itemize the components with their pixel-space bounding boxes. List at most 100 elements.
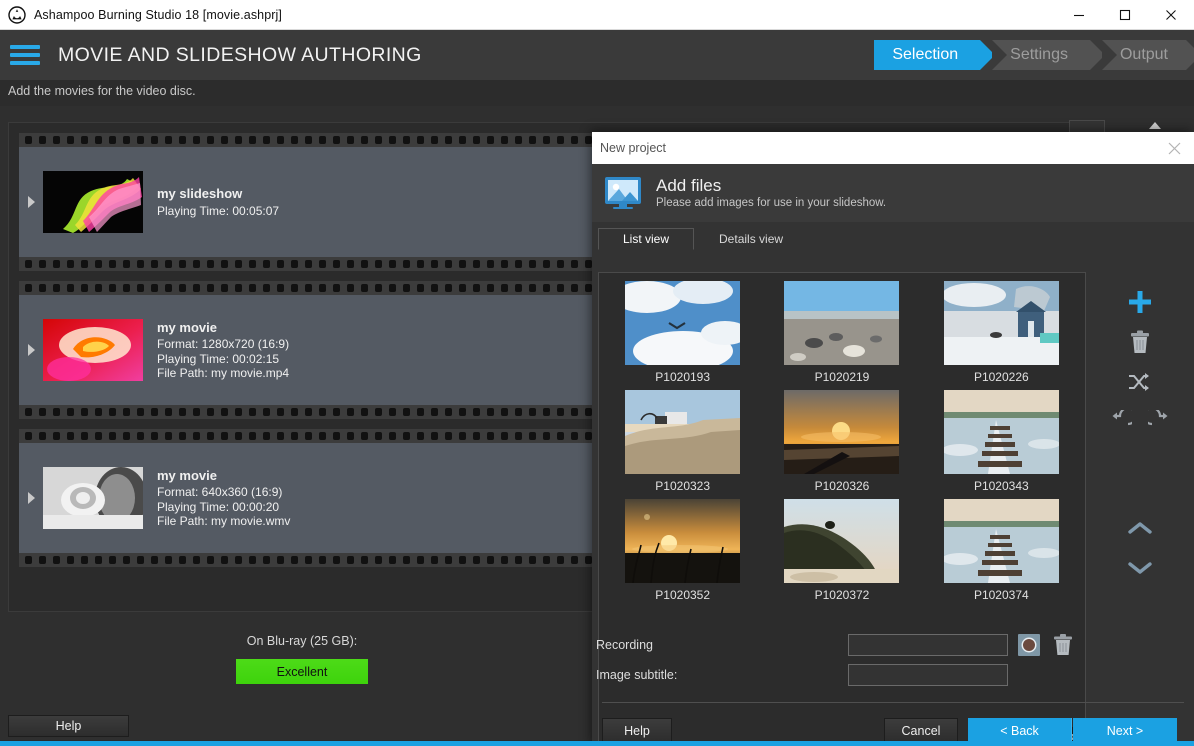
thumbnail-caption: P1020326 <box>815 479 870 493</box>
window-title: Ashampoo Burning Studio 18 [movie.ashprj… <box>34 8 282 22</box>
movie-metadata: my movie Format: 640x360 (16:9) Playing … <box>157 468 290 528</box>
movie-metadata: my slideshow Playing Time: 00:05:07 <box>157 186 279 217</box>
thumbnail-item[interactable]: 6 P1020343 <box>922 390 1081 493</box>
step-settings-label: Settings <box>1010 46 1068 64</box>
thumbnail-caption: P1020219 <box>815 370 870 384</box>
tab-details-view[interactable]: Details view <box>694 228 808 250</box>
step-selection-label: Selection <box>892 46 958 64</box>
thumbnail-caption: P1020352 <box>655 588 710 602</box>
movie-line1: Format: 1280x720 (16:9) <box>157 337 289 351</box>
view-tabs: List view Details view <box>598 228 1194 250</box>
bottom-accent-bar <box>0 741 1194 746</box>
close-icon[interactable] <box>1160 134 1188 162</box>
image-subtitle-label: Image subtitle: <box>596 668 848 682</box>
thumbnail-caption: P1020226 <box>974 370 1029 384</box>
movie-line2: Playing Time: 00:02:15 <box>157 352 289 366</box>
expand-arrow-icon[interactable] <box>19 195 43 209</box>
movie-line2: Playing Time: 00:00:20 <box>157 500 290 514</box>
step-settings[interactable]: Settings <box>992 40 1090 70</box>
movie-metadata: my movie Format: 1280x720 (16:9) Playing… <box>157 320 289 380</box>
thumbnail-image <box>625 390 740 474</box>
recording-input[interactable] <box>848 634 1008 656</box>
thumbnail-image <box>784 390 899 474</box>
thumbnail-image <box>944 390 1059 474</box>
rotate-right-icon[interactable] <box>1140 402 1180 442</box>
maximize-icon[interactable] <box>1102 0 1148 30</box>
movie-name: my slideshow <box>157 186 279 201</box>
tab-details-view-label: Details view <box>719 232 783 246</box>
movie-name: my movie <box>157 468 290 483</box>
thumbnail-item[interactable]: 9 P1020374 <box>922 499 1081 602</box>
dialog-heading: Add files <box>656 177 886 196</box>
movie-name: my movie <box>157 320 289 335</box>
movie-thumbnail <box>43 319 143 381</box>
page-title: MOVIE AND SLIDESHOW AUTHORING <box>58 44 422 67</box>
thumbnail-caption: P1020372 <box>815 588 870 602</box>
thumbnail-item[interactable]: 8 P1020372 <box>762 499 921 602</box>
hamburger-menu-icon[interactable] <box>10 43 40 67</box>
rotate-buttons <box>1100 402 1180 442</box>
window-controls <box>1056 0 1194 30</box>
thumbnail-image <box>625 281 740 365</box>
thumbnail-image <box>625 499 740 583</box>
step-output-label: Output <box>1120 46 1168 64</box>
step-selection[interactable]: Selection <box>874 40 980 70</box>
scroll-up-icon[interactable] <box>1144 118 1166 132</box>
movie-thumbnail <box>43 467 143 529</box>
back-button[interactable]: < Back <box>968 718 1072 743</box>
page-subtitle: Add the movies for the video disc. <box>8 84 196 98</box>
trash-icon[interactable] <box>1050 632 1076 658</box>
cancel-button[interactable]: Cancel <box>884 718 958 743</box>
dialog-form: Recording <box>592 630 1194 690</box>
dialog-title: New project <box>600 141 666 155</box>
movie-line3: File Path: my movie.mp4 <box>157 366 289 380</box>
move-down-icon[interactable] <box>1120 548 1160 588</box>
thumbnail-item[interactable]: 7 P1020352 <box>603 499 762 602</box>
thumbnail-caption: P1020193 <box>655 370 710 384</box>
expand-arrow-icon[interactable] <box>19 491 43 505</box>
disc-capacity-label: On Blu-ray (25 GB): <box>236 634 368 648</box>
step-output[interactable]: Output <box>1102 40 1186 70</box>
help-button[interactable]: Help <box>8 715 129 737</box>
thumbnail-item[interactable]: 2 P1020219 <box>762 281 921 384</box>
move-up-icon[interactable] <box>1120 508 1160 548</box>
thumbnail-grid: 1 P1020193 <box>599 273 1085 610</box>
shuffle-icon[interactable] <box>1120 362 1160 402</box>
dialog-header: Add files Please add images for use in y… <box>592 164 1194 222</box>
thumbnail-image <box>944 281 1059 365</box>
record-button-icon[interactable] <box>1016 632 1042 658</box>
recording-row: Recording <box>592 630 1194 660</box>
window-title-bar: Ashampoo Burning Studio 18 [movie.ashprj… <box>0 0 1194 30</box>
rotate-left-icon[interactable] <box>1100 402 1140 442</box>
thumbnail-image <box>784 499 899 583</box>
tab-list-view[interactable]: List view <box>598 228 694 250</box>
next-button[interactable]: Next > <box>1073 718 1177 743</box>
movie-line3: File Path: my movie.wmv <box>157 514 290 528</box>
minimize-icon[interactable] <box>1056 0 1102 30</box>
movie-line1: Format: 640x360 (16:9) <box>157 485 290 499</box>
dialog-divider <box>602 702 1184 703</box>
close-icon[interactable] <box>1148 0 1194 30</box>
ashampoo-logo-icon <box>8 6 26 24</box>
step-breadcrumb: Selection Settings Output <box>874 40 1186 70</box>
quality-badge: Excellent <box>236 659 368 684</box>
thumbnail-item[interactable]: 1 P1020193 <box>603 281 762 384</box>
tab-list-view-label: List view <box>623 232 669 246</box>
delete-icon[interactable] <box>1120 322 1160 362</box>
thumbnail-caption: P1020343 <box>974 479 1029 493</box>
thumbnail-item[interactable]: 3 P1020226 <box>922 281 1081 384</box>
add-icon[interactable] <box>1120 282 1160 322</box>
dialog-title-bar: New project <box>592 132 1194 164</box>
expand-arrow-icon[interactable] <box>19 343 43 357</box>
image-subtitle-input[interactable] <box>848 664 1008 686</box>
add-files-dialog: New project <box>592 132 1194 746</box>
movie-thumbnail <box>43 171 143 233</box>
thumbnail-item[interactable]: 4 P1020323 <box>603 390 762 493</box>
recording-label: Recording <box>596 638 848 652</box>
application-window: Ashampoo Burning Studio 18 [movie.ashprj… <box>0 0 1194 746</box>
thumbnail-item[interactable]: 5 P1020326 <box>762 390 921 493</box>
image-subtitle-row: Image subtitle: <box>592 660 1194 690</box>
thumbnail-image <box>944 499 1059 583</box>
slideshow-picture-icon <box>604 176 642 210</box>
dialog-help-button[interactable]: Help <box>602 718 672 743</box>
